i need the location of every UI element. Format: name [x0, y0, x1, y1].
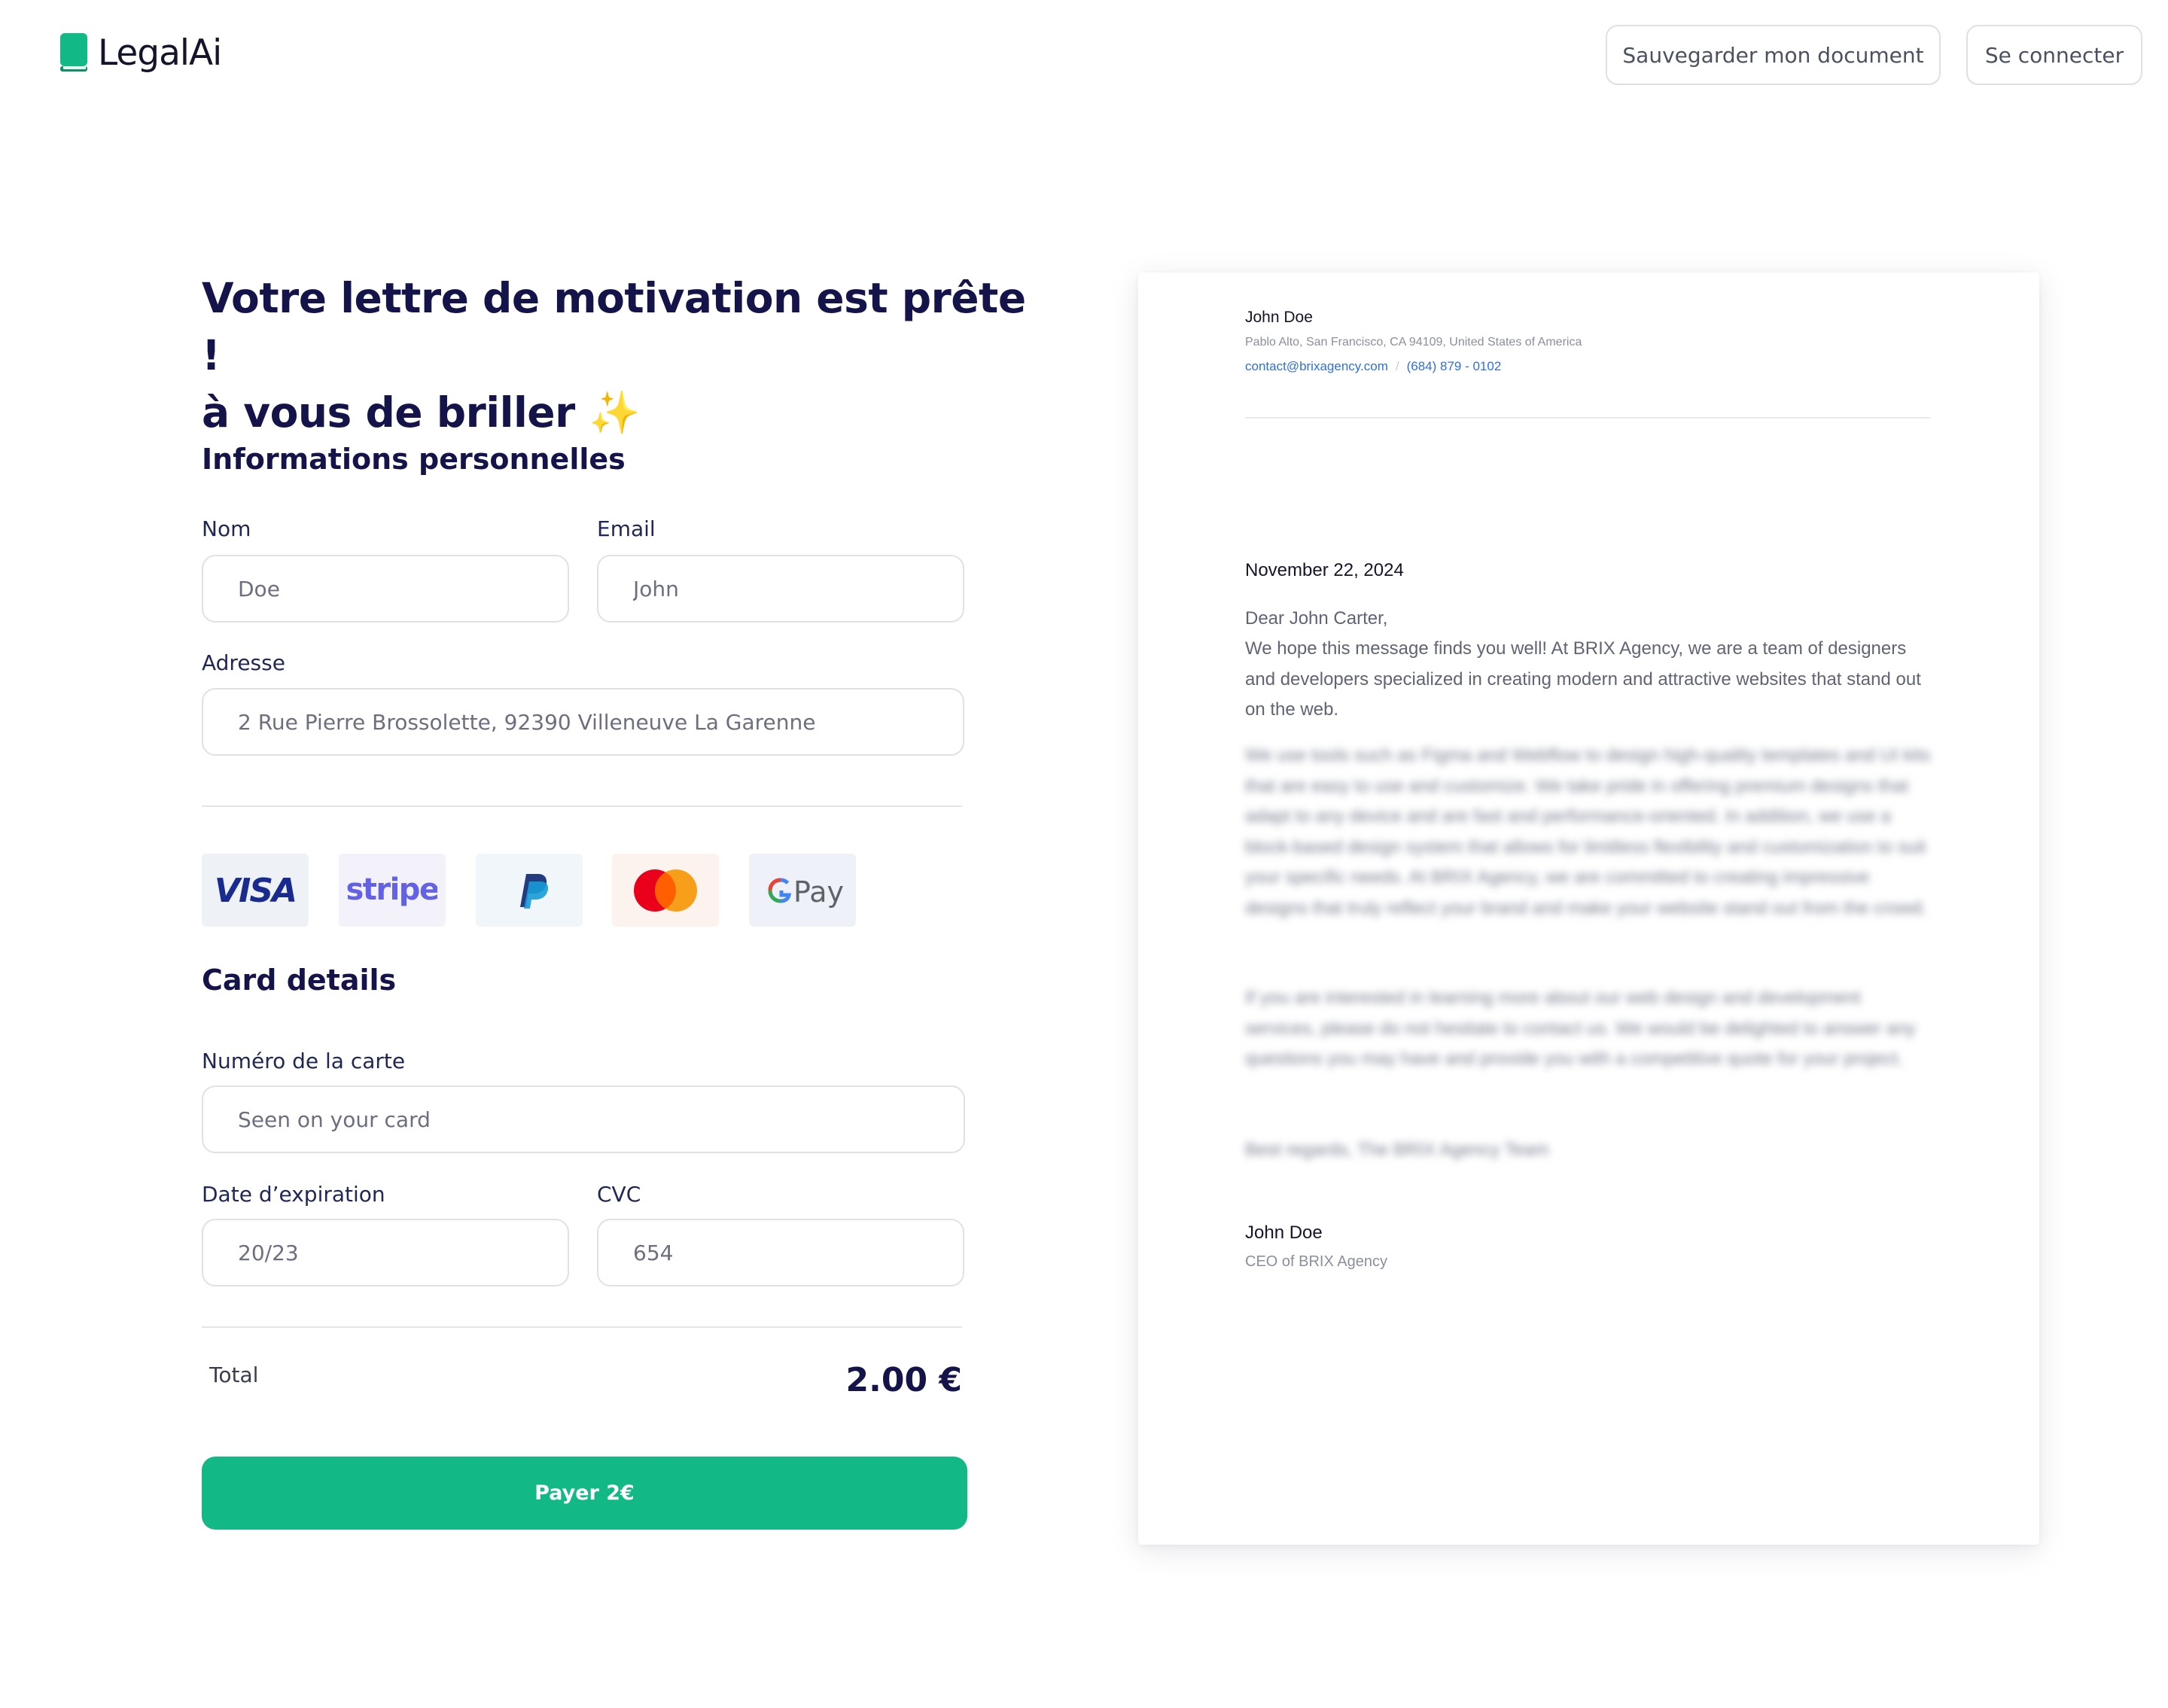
sender-email[interactable]: contact@brixagency.com [1245, 359, 1388, 374]
letter-closing: Best regards, The BRIX Agency Team [1245, 1140, 1549, 1160]
section-divider [202, 805, 962, 807]
card-details-title: Card details [202, 964, 397, 997]
visa-icon: VISA [215, 872, 297, 909]
sender-name: John Doe [1245, 309, 1313, 326]
svg-text:Pay: Pay [793, 875, 844, 909]
google-pay-icon: Pay [768, 875, 844, 909]
svg-text:VISA: VISA [215, 872, 296, 909]
email-label: Email [597, 516, 656, 541]
card-number-label: Numéro de la carte [202, 1049, 406, 1073]
sender-address: Pablo Alto, San Francisco, CA 94109, Uni… [1245, 336, 1582, 349]
expiry-label: Date d’expiration [202, 1182, 385, 1207]
letter-body-2: If you are interested in learning more a… [1245, 988, 1916, 1069]
total-value: 2.00 € [845, 1361, 963, 1399]
paypal-option[interactable] [476, 854, 583, 927]
letter-date: November 22, 2024 [1245, 560, 1404, 580]
svg-text:stripe: stripe [347, 872, 437, 907]
book-icon [60, 33, 87, 72]
nom-label: Nom [202, 516, 251, 541]
pay-button[interactable]: Payer 2€ [202, 1457, 967, 1530]
expiry-input[interactable] [202, 1219, 569, 1286]
gpay-option[interactable]: Pay [749, 854, 856, 927]
total-divider [202, 1326, 962, 1328]
mastercard-option[interactable] [612, 854, 719, 927]
adresse-label: Adresse [202, 650, 285, 675]
page-title: Votre lettre de motivation est prête ! à… [202, 269, 1030, 441]
nom-input[interactable] [202, 555, 569, 623]
login-button[interactable]: Se connecter [1966, 25, 2142, 85]
stripe-option[interactable]: stripe [339, 854, 446, 927]
personal-info-title: Informations personnelles [202, 443, 626, 476]
letter-body-1: We use tools such as Figma and Webflow t… [1245, 745, 1931, 918]
total-label: Total [209, 1362, 259, 1387]
save-document-button[interactable]: Sauvegarder mon document [1606, 25, 1941, 85]
sender-contact: contact@brixagency.com / (684) 879 - 010… [1245, 359, 1501, 374]
logo[interactable]: LegalAi [60, 30, 222, 75]
cvc-input[interactable] [597, 1219, 964, 1286]
cvc-label: CVC [597, 1182, 641, 1207]
email-input[interactable] [597, 555, 964, 623]
letter-intro: We hope this message finds you well! At … [1245, 638, 1921, 720]
sender-phone[interactable]: (684) 879 - 0102 [1407, 359, 1502, 374]
mastercard-icon [634, 869, 697, 912]
contact-separator: / [1395, 359, 1399, 373]
logo-text: LegalAi [98, 32, 222, 74]
signature-name: John Doe [1245, 1222, 1323, 1243]
visa-option[interactable]: VISA [202, 854, 309, 927]
stripe-icon: stripe [347, 872, 437, 907]
page-title-line1: Votre lettre de motivation est prête ! [202, 274, 1026, 379]
letter-divider [1245, 417, 1930, 419]
checkout-page: LegalAi Sauvegarder mon document Se conn… [0, 0, 2168, 1708]
page-title-line2: à vous de briller ✨ [202, 388, 641, 437]
paypal-icon [520, 873, 549, 909]
card-number-input[interactable] [202, 1085, 965, 1153]
adresse-input[interactable] [202, 688, 964, 756]
letter-preview: John Doe Pablo Alto, San Francisco, CA 9… [1138, 272, 2039, 1545]
letter-greeting: Dear John Carter, [1245, 608, 1388, 629]
signature-title: CEO of BRIX Agency [1245, 1253, 1387, 1270]
